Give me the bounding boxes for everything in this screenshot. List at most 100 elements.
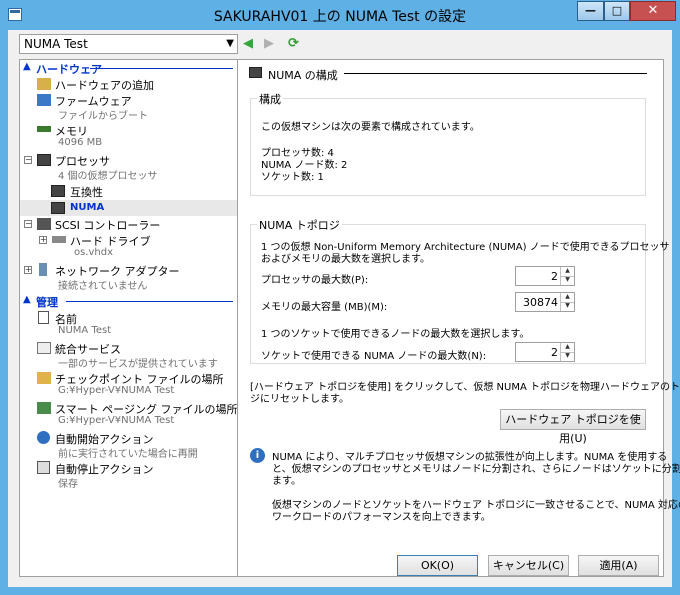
controller-icon [37,218,51,230]
chevron-down-icon: ▼ [226,38,234,49]
vm-select-value: NUMA Test [24,37,88,51]
info-text-line5: ワークロードのパフォーマンスを向上できます。 [272,512,491,523]
tree-item-add-hardware[interactable]: ハードウェアの追加 [20,77,237,92]
hardware-section-header[interactable]: ▲ ハードウェア [20,61,237,76]
tree-item-memory[interactable]: メモリ 4096 MB [20,123,237,151]
tree-item-firmware[interactable]: ファームウェア ファイルからブート [20,93,237,122]
config-group: 構成 この仮想マシンは次の要素で構成されています。 プロセッサ数: 4 NUMA… [250,91,646,196]
client-area: NUMA Test ▼ ◀ ▶ ⟳ ▲ ハードウェア ハードウェアの追加 ファー… [8,30,680,587]
max-processors-value: 2 [551,270,558,283]
management-section-header[interactable]: ▲ 管理 [20,294,237,309]
tree-item-label: NUMA [70,202,105,213]
integration-services-icon [37,342,51,354]
firmware-icon [37,94,51,106]
network-adapter-icon [39,263,47,276]
top-toolbar: NUMA Test ▼ ◀ ▶ ⟳ [8,30,672,58]
collapse-icon: ▲ [23,61,31,72]
tree-item-processor[interactable]: − プロセッサ 4 個の仮想プロセッサ [20,153,237,182]
refresh-icon[interactable]: ⟳ [288,36,299,51]
ok-button[interactable]: OK(O) [397,555,478,576]
settings-window: SAKURAHV01 上の NUMA Test の設定 — □ ✕ NUMA T… [0,0,680,595]
max-nodes-label: ソケットで使用できる NUMA ノードの最大数(N): [261,351,487,362]
cancel-button[interactable]: キャンセル(C) [488,555,569,576]
max-memory-stepper[interactable]: 30874 ▲ ▼ [515,292,575,312]
auto-start-icon [37,431,50,444]
tree-item-numa[interactable]: NUMA [20,200,237,216]
minimize-button[interactable]: — [577,1,604,21]
hardware-header-label: ハードウェア [36,63,102,76]
socket-count: ソケット数: 1 [261,172,324,183]
max-nodes-value: 2 [551,346,558,359]
folder-icon [37,372,51,384]
close-button[interactable]: ✕ [630,1,676,21]
back-arrow-icon[interactable]: ◀ [243,36,253,51]
use-hardware-topology-button[interactable]: ハードウェア トポロジを使用(U) [500,409,646,445]
tree-item-subtext: G:¥Hyper-V¥NUMA Test [58,415,175,426]
settings-detail-pane: NUMA の構成 構成 この仮想マシンは次の要素で構成されています。 プロセッサ… [237,59,680,577]
config-intro: この仮想マシンは次の要素で構成されています。 [261,122,480,133]
tree-item-name[interactable]: 名前 NUMA Test [20,311,237,339]
processor-icon [249,67,262,78]
max-processors-stepper[interactable]: 2 ▲ ▼ [515,266,575,286]
management-header-label: 管理 [36,296,58,309]
tree-item-network-adapter[interactable]: + ネットワーク アダプター 接続されていません [20,263,237,292]
tree-item-subtext: 前に実行されていた場合に再開 [58,449,198,460]
name-icon [38,311,49,324]
tree-item-subtext: NUMA Test [58,325,112,336]
spin-down-icon[interactable]: ▼ [560,276,574,285]
memory-icon [37,126,51,132]
paging-file-icon [37,402,51,414]
info-text-line2: と、仮想マシンのプロセッサとメモリはノードに分割され、さらにノードはソケットに分… [272,464,680,475]
config-group-title: 構成 [257,91,283,107]
socket-description: 1 つのソケットで使用できるノードの最大数を選択します。 [261,329,530,340]
tree-item-subtext: os.vhdx [74,247,114,258]
tree-item-subtext: 一部のサービスが提供されています [58,359,218,370]
max-nodes-stepper[interactable]: 2 ▲ ▼ [515,342,575,362]
tree-item-label: 互換性 [70,186,103,199]
spin-down-icon[interactable]: ▼ [560,352,574,361]
tree-item-subtext: ファイルからブート [58,111,148,122]
apply-button[interactable]: 適用(A) [578,555,659,576]
tree-item-smart-paging-location[interactable]: スマート ページング ファイルの場所 G:¥Hyper-V¥NUMA Test [20,401,237,429]
tree-item-subtext: 4 個の仮想プロセッサ [58,171,158,182]
numa-topology-group: NUMA トポロジ 1 つの仮想 Non-Uniform Memory Arch… [250,217,670,364]
heading-divider [344,73,647,74]
tree-item-hard-drive[interactable]: + ハード ドライブ os.vhdx [20,233,237,261]
expand-icon[interactable]: + [24,266,32,274]
collapse-icon: ▲ [23,294,31,305]
settings-tree: ▲ ハードウェア ハードウェアの追加 ファームウェア ファイルからブート メモリ… [19,59,238,577]
topology-description-2: およびメモリの最大数を選択します。 [261,254,430,265]
expand-icon[interactable]: + [39,236,47,244]
tree-item-subtext: G:¥Hyper-V¥NUMA Test [58,385,175,396]
collapse-icon[interactable]: − [24,220,32,228]
collapse-icon[interactable]: − [24,156,32,164]
auto-stop-icon [37,461,50,474]
tree-item-auto-start[interactable]: 自動開始アクション 前に実行されていた場合に再開 [20,431,237,460]
maximize-button[interactable]: □ [604,1,630,21]
header-divider [66,301,233,302]
add-hardware-icon [37,78,51,90]
tree-item-integration-services[interactable]: 統合サービス 一部のサービスが提供されています [20,341,237,370]
tree-item-label: ハードウェアの追加 [55,79,154,92]
forward-arrow-icon[interactable]: ▶ [264,36,274,51]
info-icon: i [250,448,265,463]
max-memory-value: 30874 [523,296,558,309]
processor-icon [37,154,51,166]
tree-item-compatibility[interactable]: 互換性 [20,183,237,199]
topology-group-title: NUMA トポロジ [257,217,342,233]
spin-down-icon[interactable]: ▼ [560,302,574,311]
processor-icon [51,202,65,214]
tree-item-subtext: 接続されていません [58,281,148,292]
tree-item-auto-stop[interactable]: 自動停止アクション 保存 [20,461,237,490]
tree-item-checkpoint-location[interactable]: チェックポイント ファイルの場所 G:¥Hyper-V¥NUMA Test [20,371,237,399]
reset-description-2: ジにリセットします。 [250,394,349,405]
tree-item-subtext: 保存 [58,479,78,490]
vm-select-dropdown[interactable]: NUMA Test ▼ [19,34,238,54]
tree-item-label: SCSI コントローラー [55,219,161,232]
title-bar: SAKURAHV01 上の NUMA Test の設定 — □ ✕ [0,0,680,30]
panel-heading: NUMA の構成 [268,69,338,82]
info-text-line3: ます。 [272,476,301,487]
tree-item-scsi-controller[interactable]: − SCSI コントローラー [20,217,237,232]
header-divider [90,68,233,69]
max-processors-label: プロセッサの最大数(P): [261,275,369,286]
